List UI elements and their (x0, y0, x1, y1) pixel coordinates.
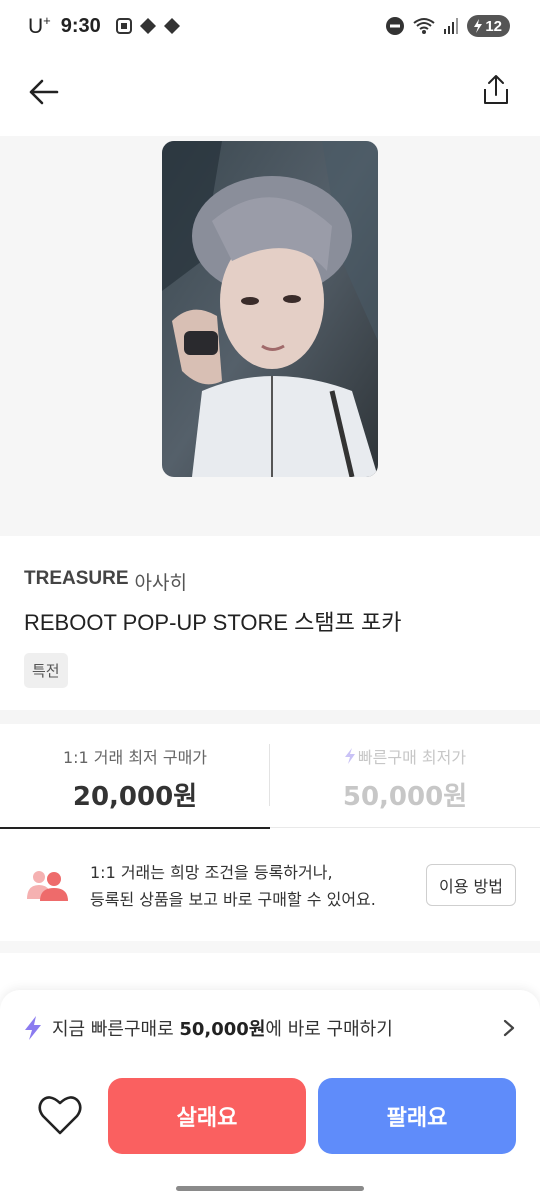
product-image-area (0, 136, 540, 536)
section-divider-2 (0, 941, 540, 953)
tab-one-to-one-price[interactable]: 1:1 거래 최저 구매가 20,000원 (0, 724, 270, 830)
photocard-image (162, 141, 378, 477)
trade-info: 1:1 거래는 희망 조건을 등록하거나, 등록된 상품을 보고 바로 구매할 … (0, 829, 540, 941)
buy-button[interactable]: 살래요 (108, 1078, 306, 1154)
do-not-disturb-icon (386, 17, 405, 35)
people-icon (27, 871, 68, 901)
notification-icon-2 (163, 18, 180, 34)
share-icon (484, 75, 508, 104)
signal-icon (444, 18, 459, 34)
trade-info-text: 1:1 거래는 희망 조건을 등록하거나, 등록된 상품을 보고 바로 구매할 … (90, 863, 376, 909)
product-photo[interactable] (162, 141, 378, 477)
heart-icon (38, 1096, 82, 1135)
how-to-use-button[interactable]: 이용 방법 (426, 864, 516, 906)
lightning-icon (344, 748, 355, 764)
arrow-left-icon (29, 79, 59, 105)
lightning-icon (25, 1016, 41, 1040)
tab-price-quick: 50,000원 (342, 782, 468, 812)
quick-buy-banner[interactable]: 지금 빠른구매로 50,000원에 바로 구매하기 (24, 1010, 516, 1046)
back-button[interactable] (24, 72, 64, 112)
notification-icon (139, 18, 156, 34)
artist-name[interactable]: TREASURE (24, 568, 129, 595)
product-tag: 특전 (24, 653, 68, 688)
product-title: REBOOT POP-UP STORE 스탬프 포카 (24, 610, 402, 635)
tab-quick-buy-price[interactable]: 빠른구매 최저가 50,000원 (270, 724, 540, 828)
tab-label-quick: 빠른구매 최저가 (270, 744, 540, 768)
price-tabs: 1:1 거래 최저 구매가 20,000원 빠른구매 최저가 50,000원 (0, 724, 540, 830)
artist-line: TREASURE 아사히 (24, 568, 516, 595)
chevron-right-icon (503, 1019, 515, 1037)
top-nav (0, 52, 540, 136)
tab-price: 20,000원 (72, 782, 198, 812)
member-name[interactable]: 아사히 (135, 568, 187, 595)
quick-buy-text: 지금 빠른구매로 50,000원에 바로 구매하기 (52, 1019, 393, 1040)
section-divider (0, 710, 540, 724)
charging-icon (474, 19, 483, 33)
carrier-label: U+ (28, 13, 51, 38)
status-bar: U+ 9:30 12 (0, 0, 540, 52)
screenshot-icon (115, 18, 132, 34)
action-buttons: 살래요 팔래요 (0, 1078, 540, 1154)
bottom-action-sheet: 지금 빠른구매로 50,000원에 바로 구매하기 살래요 팔래요 (0, 990, 540, 1200)
sell-button[interactable]: 팔래요 (318, 1078, 516, 1154)
status-time: 9:30 (60, 14, 101, 37)
wishlist-button[interactable] (34, 1090, 86, 1140)
home-indicator[interactable] (176, 1186, 364, 1191)
product-info: TREASURE 아사히 REBOOT POP-UP STORE 스탬프 포카 … (0, 536, 540, 710)
share-button[interactable] (476, 70, 516, 110)
battery-indicator: 12 (467, 15, 510, 37)
wifi-icon (413, 18, 435, 34)
tab-label: 1:1 거래 최저 구매가 (62, 748, 208, 767)
